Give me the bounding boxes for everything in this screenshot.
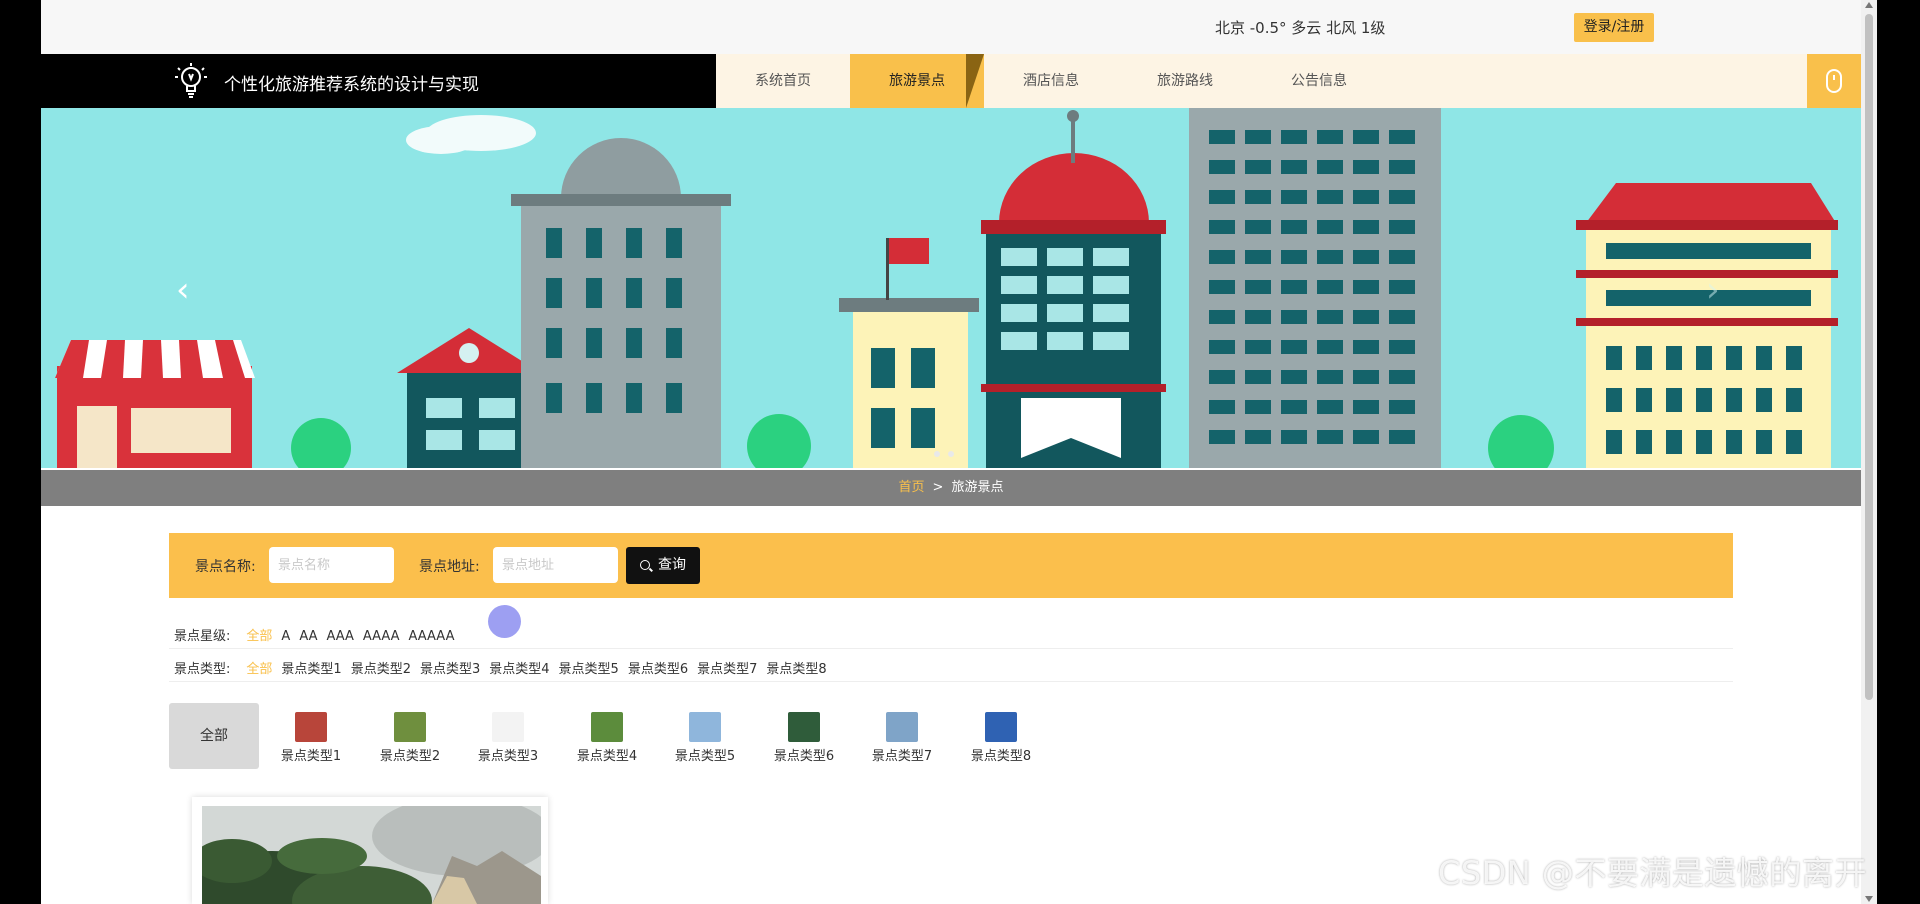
type-option-6[interactable]: 景点类型6 xyxy=(628,662,688,677)
scrollbar-thumb[interactable] xyxy=(1865,14,1873,700)
category-item-3[interactable]: 景点类型3 xyxy=(468,712,548,764)
breadcrumb-current: 旅游景点 xyxy=(951,480,1004,495)
category-name: 景点类型3 xyxy=(477,749,539,764)
category-thumbnail xyxy=(295,712,327,742)
star-option-aaaaa[interactable]: AAAAA xyxy=(409,629,455,644)
mouse-icon xyxy=(1826,69,1842,93)
type-option-1[interactable]: 景点类型1 xyxy=(281,662,341,677)
city-illustration xyxy=(41,108,1861,468)
star-option-aaa[interactable]: AAA xyxy=(326,629,353,644)
search-button[interactable]: 查询 xyxy=(626,547,700,584)
category-item-5[interactable]: 景点类型5 xyxy=(665,712,745,764)
category-thumbnail xyxy=(394,712,426,742)
category-name: 景点类型2 xyxy=(379,749,441,764)
lightbulb-logo-icon xyxy=(175,63,207,98)
nav-item-hotels[interactable]: 酒店信息 xyxy=(984,54,1118,108)
category-name: 景点类型8 xyxy=(970,749,1032,764)
breadcrumb-separator: > xyxy=(932,480,944,495)
category-name: 景点类型7 xyxy=(871,749,933,764)
attraction-card[interactable] xyxy=(192,797,548,904)
star-option-a[interactable]: A xyxy=(281,629,290,644)
name-label: 景点名称: xyxy=(195,559,256,575)
category-all-button[interactable]: 全部 xyxy=(169,703,259,769)
category-name: 景点类型6 xyxy=(773,749,835,764)
star-option-all[interactable]: 全部 xyxy=(246,629,272,644)
banner-carousel: ‹ › xyxy=(41,108,1861,468)
search-icon xyxy=(640,560,650,570)
nav-item-routes[interactable]: 旅游路线 xyxy=(1118,54,1252,108)
category-thumbnail xyxy=(492,712,524,742)
login-register-button[interactable]: 登录/注册 xyxy=(1574,13,1654,42)
top-bar: 北京 -0.5° 多云 北风 1级 登录/注册 xyxy=(41,0,1861,54)
category-item-7[interactable]: 景点类型7 xyxy=(862,712,942,764)
watermark: CSDN @不要满是遗憾的离开 xyxy=(1438,854,1867,892)
category-name: 景点类型1 xyxy=(280,749,342,764)
category-thumbnail xyxy=(689,712,721,742)
category-name: 景点类型5 xyxy=(674,749,736,764)
address-label: 景点地址: xyxy=(419,559,480,575)
divider xyxy=(169,681,1733,682)
scrollbar[interactable] xyxy=(1861,0,1877,904)
attraction-image xyxy=(202,806,541,904)
scroll-up-icon[interactable] xyxy=(1865,2,1873,8)
type-option-3[interactable]: 景点类型3 xyxy=(420,662,480,677)
address-search-input[interactable] xyxy=(493,547,618,583)
type-option-7[interactable]: 景点类型7 xyxy=(697,662,757,677)
type-option-2[interactable]: 景点类型2 xyxy=(351,662,411,677)
category-thumbnail xyxy=(591,712,623,742)
page-frame: 北京 -0.5° 多云 北风 1级 登录/注册 个性化旅游推荐系统的设计与实现 … xyxy=(41,0,1861,904)
scroll-down-icon[interactable] xyxy=(1865,896,1873,902)
name-search-input[interactable] xyxy=(269,547,394,583)
star-option-aaaa[interactable]: AAAA xyxy=(363,629,400,644)
search-button-label: 查询 xyxy=(658,557,686,573)
breadcrumb: 首页 > 旅游景点 xyxy=(41,470,1861,506)
carousel-next-arrow-icon[interactable]: › xyxy=(1706,270,1720,310)
divider xyxy=(169,648,1733,649)
type-option-4[interactable]: 景点类型4 xyxy=(489,662,549,677)
type-filter: 景点类型: 全部 景点类型1 景点类型2 景点类型3 景点类型4 景点类型5 景点类型6 景点类… xyxy=(174,658,836,677)
type-option-8[interactable]: 景点类型8 xyxy=(766,662,826,677)
mouse-icon-button[interactable] xyxy=(1807,54,1861,108)
category-item-6[interactable]: 景点类型6 xyxy=(764,712,844,764)
category-name: 景点类型4 xyxy=(576,749,638,764)
category-item-4[interactable]: 景点类型4 xyxy=(567,712,647,764)
nav-active-tail xyxy=(966,54,984,108)
category-item-1[interactable]: 景点类型1 xyxy=(271,712,351,764)
brand[interactable]: 个性化旅游推荐系统的设计与实现 xyxy=(41,54,716,108)
main-nav: 个性化旅游推荐系统的设计与实现 系统首页 旅游景点 酒店信息 旅游路线 公告信息 xyxy=(41,54,1861,108)
category-thumbnail xyxy=(788,712,820,742)
star-option-aa[interactable]: AA xyxy=(299,629,317,644)
category-item-8[interactable]: 景点类型8 xyxy=(961,712,1041,764)
category-item-2[interactable]: 景点类型2 xyxy=(370,712,450,764)
breadcrumb-home-link[interactable]: 首页 xyxy=(899,480,925,495)
category-thumbnail xyxy=(886,712,918,742)
weather-info: 北京 -0.5° 多云 北风 1级 xyxy=(1215,19,1386,37)
nav-item-attractions[interactable]: 旅游景点 xyxy=(850,54,984,108)
star-level-filter: 景点星级: 全部 A AA AAA AAAA AAAAA xyxy=(174,625,463,644)
star-filter-label: 景点星级: xyxy=(174,629,231,644)
nav-item-notices[interactable]: 公告信息 xyxy=(1252,54,1386,108)
nav-item-home[interactable]: 系统首页 xyxy=(716,54,850,108)
type-filter-label: 景点类型: xyxy=(174,662,231,677)
mouse-cursor-highlight xyxy=(488,605,521,638)
site-title: 个性化旅游推荐系统的设计与实现 xyxy=(224,75,479,95)
category-thumbnail xyxy=(985,712,1017,742)
search-bar: 景点名称: 景点地址: 查询 xyxy=(169,533,1733,598)
type-option-5[interactable]: 景点类型5 xyxy=(559,662,619,677)
carousel-prev-arrow-icon[interactable]: ‹ xyxy=(176,270,190,310)
type-option-all[interactable]: 全部 xyxy=(246,662,272,677)
